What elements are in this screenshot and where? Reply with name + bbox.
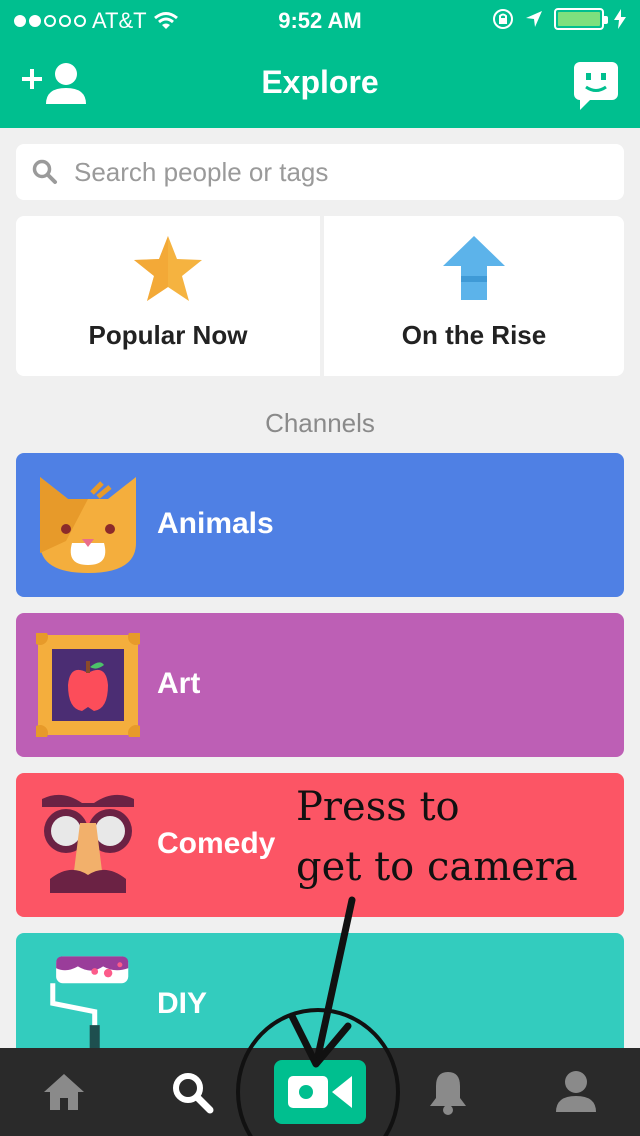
messages-icon[interactable]: [574, 62, 618, 110]
star-icon: [134, 236, 202, 301]
framed-apple-icon: [36, 633, 140, 737]
tab-bar: [0, 1048, 640, 1136]
notifications-tab-icon[interactable]: [424, 1068, 472, 1116]
record-video-button[interactable]: [274, 1060, 366, 1124]
channel-art[interactable]: Art: [16, 613, 624, 757]
battery-icon: [554, 8, 608, 30]
location-icon: [526, 11, 542, 27]
channel-art-label: Art: [157, 667, 201, 700]
home-tab-icon[interactable]: [40, 1068, 88, 1116]
channel-comedy-label: Comedy: [157, 827, 276, 860]
channel-animals-label: Animals: [157, 507, 274, 540]
app-header: AT&T 9:52 AM Explore: [0, 0, 640, 128]
popular-now-tile[interactable]: Popular Now: [16, 216, 320, 376]
video-camera-icon: [288, 1076, 352, 1108]
on-the-rise-tile[interactable]: On the Rise: [324, 216, 624, 376]
channel-diy-label: DIY: [157, 987, 208, 1020]
search-tab-icon[interactable]: [168, 1068, 216, 1116]
search-icon: [32, 159, 57, 184]
profile-tab-icon[interactable]: [552, 1068, 600, 1116]
annotation-line-2: get to camera: [296, 844, 578, 890]
status-bar: AT&T 9:52 AM: [0, 0, 640, 40]
popular-now-label: Popular Now: [88, 320, 248, 350]
rotation-lock-icon: [493, 9, 513, 29]
search-input[interactable]: Search people or tags: [16, 144, 624, 200]
disguise-glasses-icon: [42, 794, 134, 893]
channels-heading: Channels: [265, 408, 375, 438]
annotation-line-1: Press to: [296, 784, 460, 830]
cat-icon: [40, 477, 136, 573]
up-arrow-icon: [443, 236, 505, 300]
page-title: Explore: [261, 64, 379, 100]
paint-roller-icon: [50, 956, 129, 1057]
on-the-rise-label: On the Rise: [401, 320, 547, 350]
status-right: [492, 8, 626, 30]
search-placeholder: Search people or tags: [74, 156, 329, 187]
charging-icon: [614, 9, 626, 29]
channel-animals[interactable]: Animals: [16, 453, 624, 597]
